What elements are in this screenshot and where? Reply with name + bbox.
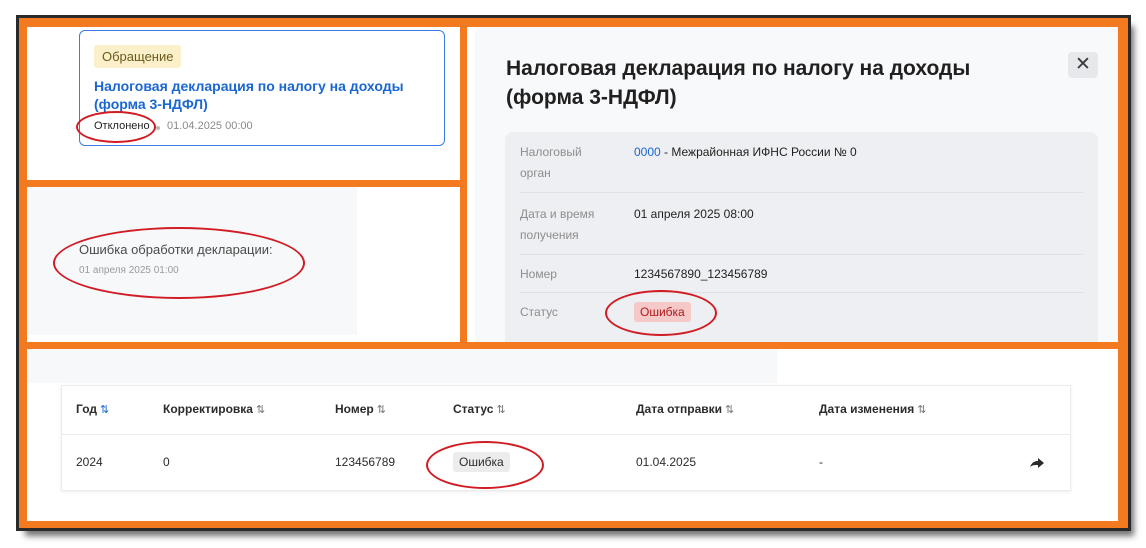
cell-year: 2024 bbox=[76, 455, 103, 469]
info-label: Номер bbox=[520, 267, 557, 281]
info-value: 01 апреля 2025 08:00 bbox=[634, 207, 754, 221]
table-header: Год ⇅ Корректировка ⇅ Номер ⇅ Статус ⇅ Дата … bbox=[62, 386, 1070, 435]
sort-icon: ⇅ bbox=[496, 404, 506, 416]
table-row[interactable]: 2024 0 123456789 Ошибка 01.04.2025 - bbox=[62, 435, 1070, 490]
cell-number: 123456789 bbox=[335, 455, 396, 469]
table-top-band bbox=[27, 349, 777, 383]
appeal-title-link[interactable]: Налоговая декларация по налогу на доходы… bbox=[94, 77, 434, 113]
tax-authority-code-link[interactable]: 0000 bbox=[634, 145, 661, 159]
sort-icon: ⇅ bbox=[255, 404, 266, 416]
info-row-received: Дата и время получения 01 апреля 2025 08… bbox=[520, 204, 1083, 255]
highlight-oval bbox=[426, 441, 544, 489]
sort-icon: ⇅ bbox=[100, 404, 110, 416]
detail-sheet: Налоговая декларация по налогу на доходы… bbox=[475, 27, 1118, 342]
detail-info-box: Налоговый орган 0000 - Межрайонная ИФНС … bbox=[505, 132, 1098, 342]
cell-changed-date: - bbox=[819, 455, 823, 469]
column-header-number[interactable]: Номер ⇅ bbox=[335, 402, 386, 416]
declarations-table: Год ⇅ Корректировка ⇅ Номер ⇅ Статус ⇅ Дата … bbox=[61, 385, 1071, 491]
sort-icon: ⇅ bbox=[917, 404, 927, 416]
info-label: Налоговый орган bbox=[520, 145, 582, 180]
sort-icon: ⇅ bbox=[725, 404, 735, 416]
info-value: 0000 - Межрайонная ИФНС России № 0 bbox=[634, 142, 857, 163]
column-header-year[interactable]: Год ⇅ bbox=[76, 402, 109, 416]
column-header-changed-date[interactable]: Дата изменения ⇅ bbox=[819, 402, 926, 416]
column-header-correction[interactable]: Корректировка ⇅ bbox=[163, 402, 265, 416]
error-event-panel: Ошибка обработки декларации: 01 апреля 2… bbox=[27, 187, 460, 342]
separator-dot bbox=[156, 126, 160, 130]
column-header-sent-date[interactable]: Дата отправки ⇅ bbox=[636, 402, 734, 416]
highlight-oval bbox=[76, 111, 156, 143]
close-button[interactable]: ✕ bbox=[1068, 52, 1098, 78]
appeal-type-badge: Обращение bbox=[94, 45, 182, 68]
info-value: 1234567890_123456789 bbox=[634, 267, 768, 281]
declaration-detail-panel: Налоговая декларация по налогу на доходы… bbox=[467, 27, 1118, 342]
info-row-number: Номер 1234567890_123456789 bbox=[520, 264, 1083, 293]
column-header-status[interactable]: Статус ⇅ bbox=[453, 402, 506, 416]
close-icon: ✕ bbox=[1075, 54, 1091, 75]
cell-sent-date: 01.04.2025 bbox=[636, 455, 697, 469]
appeal-panel: Обращение Налоговая декларация по налогу… bbox=[27, 27, 460, 180]
info-label: Дата и время получения bbox=[520, 207, 595, 242]
declarations-table-panel: Год ⇅ Корректировка ⇅ Номер ⇅ Статус ⇅ Дата … bbox=[27, 349, 1118, 521]
detail-title: Налоговая декларация по налогу на доходы… bbox=[506, 57, 971, 109]
appeal-date: 01.04.2025 00:00 bbox=[167, 120, 253, 132]
highlight-oval bbox=[605, 290, 717, 336]
info-row-status: Статус Ошибка bbox=[520, 302, 1083, 332]
highlight-oval bbox=[53, 227, 305, 299]
tax-authority-name: - Межрайонная ИФНС России № 0 bbox=[660, 145, 857, 159]
forward-icon[interactable] bbox=[1029, 457, 1045, 469]
info-row-tax-authority: Налоговый орган 0000 - Межрайонная ИФНС … bbox=[520, 142, 1083, 193]
sort-icon: ⇅ bbox=[376, 404, 386, 416]
cell-correction: 0 bbox=[163, 455, 170, 469]
